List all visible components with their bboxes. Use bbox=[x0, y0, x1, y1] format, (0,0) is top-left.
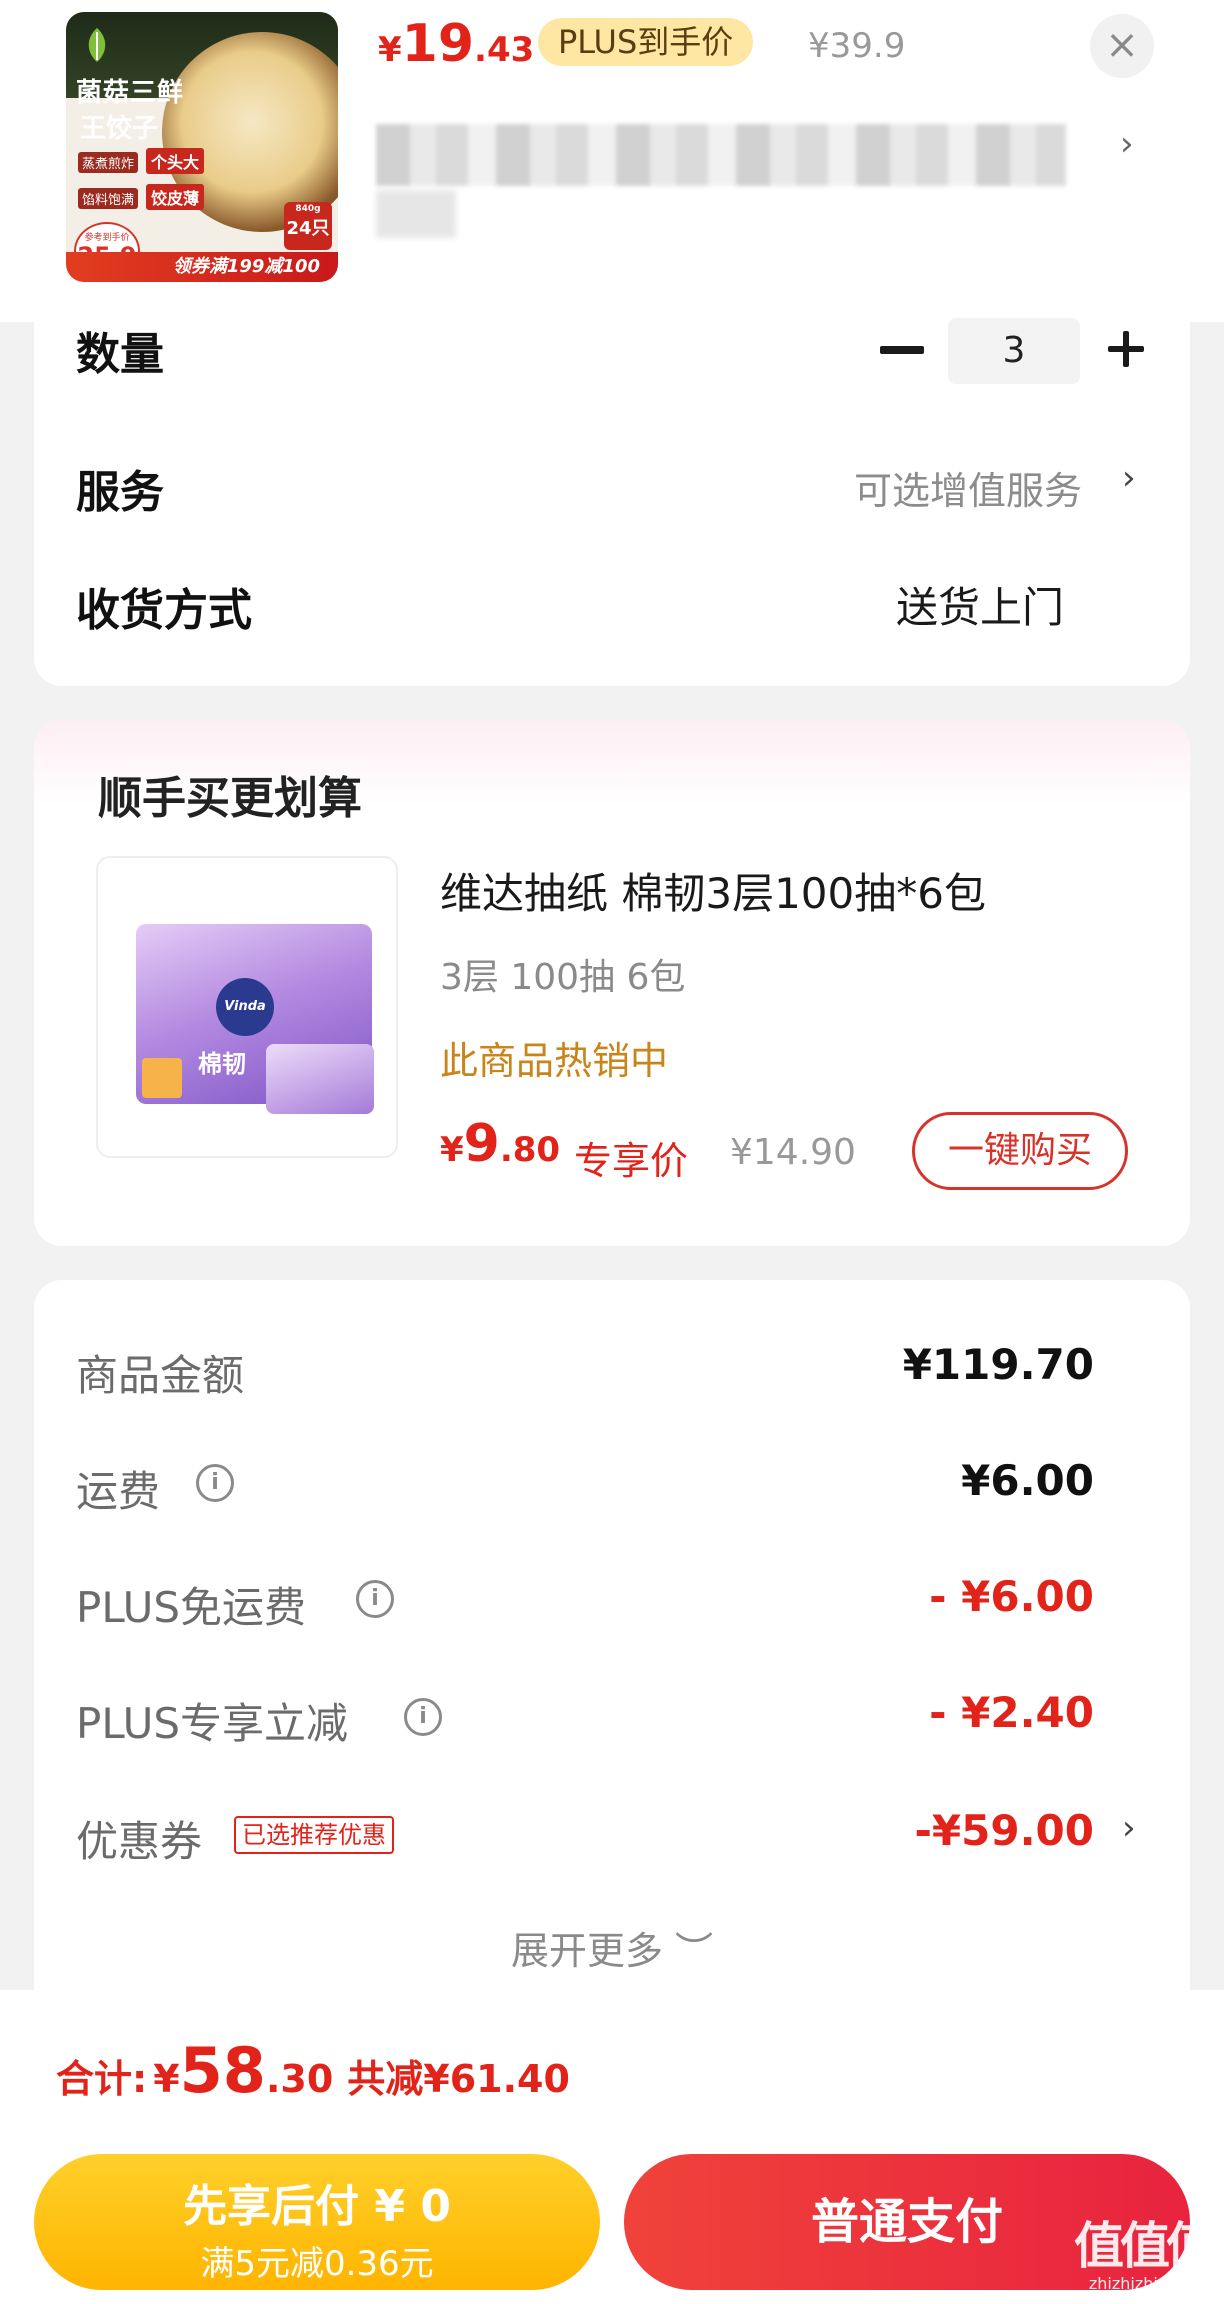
summary-value-plus-discount: - ¥2.40 bbox=[929, 1688, 1094, 1737]
upsell-title: 顺手买更划算 bbox=[98, 773, 362, 824]
pay-later-button[interactable]: 先享后付 ¥ 0 满5元减0.36元 bbox=[34, 2154, 600, 2290]
thumbnail-badge2-value: 饺皮薄 bbox=[146, 184, 205, 210]
expand-more-button[interactable]: 展开更多 ︶ bbox=[0, 1920, 1224, 1975]
total-label: 合计: bbox=[56, 2057, 148, 2101]
total-int: 58 bbox=[179, 2034, 266, 2107]
thumbnail-badge1-value: 个头大 bbox=[146, 148, 205, 174]
header-original-price: ¥39.9 bbox=[808, 26, 906, 66]
brand-logo-icon bbox=[88, 28, 106, 62]
thumbnail-count-badge: 840g 24只 bbox=[284, 202, 332, 250]
upsell-price-dec: .80 bbox=[499, 1130, 561, 1170]
summary-label-plus-discount: PLUS专享立减 bbox=[76, 1699, 349, 1748]
summary-label-plus-free-shipping: PLUS免运费 bbox=[76, 1583, 307, 1632]
thumbnail-line1: 菌菇三鲜 bbox=[76, 78, 185, 108]
pay-later-label: 先享后付 ¥ 0 bbox=[183, 2181, 451, 2232]
header-price-currency: ¥ bbox=[378, 30, 402, 70]
summary-label-coupon: 优惠券 bbox=[76, 1817, 203, 1866]
quantity-minus-button[interactable] bbox=[880, 346, 924, 354]
tissue-small-pack-image bbox=[266, 1044, 374, 1114]
one-click-buy-button[interactable]: 一键购买 bbox=[912, 1112, 1128, 1190]
thumbnail-badge2-label: 馅料饱满 bbox=[78, 188, 139, 209]
site-watermark: 值值值 zhizhizhi.com bbox=[1068, 2206, 1218, 2293]
service-label: 服务 bbox=[76, 467, 164, 518]
summary-value-plus-free-shipping: - ¥6.00 bbox=[929, 1572, 1094, 1621]
upsell-price-tag: 专享价 bbox=[574, 1139, 689, 1183]
pay-later-promo: 满5元减0.36元 bbox=[200, 2244, 434, 2284]
vinda-logo-icon: Vinda bbox=[216, 978, 274, 1036]
upsell-product-spec: 3层 100抽 6包 bbox=[440, 957, 686, 998]
coupon-recommended-tag: 已选推荐优惠 bbox=[234, 1816, 394, 1854]
summary-value-coupon[interactable]: -¥59.00 bbox=[794, 1806, 1094, 1855]
upsell-product-name[interactable]: 维达抽纸 棉韧3层100抽*6包 bbox=[440, 860, 986, 921]
header-price-int: 19 bbox=[401, 14, 475, 74]
thumbnail-count: 24只 bbox=[286, 218, 330, 239]
upsell-product-price: ¥9.80 bbox=[440, 1114, 560, 1174]
delivery-value[interactable]: 送货上门 bbox=[896, 574, 1064, 635]
service-value[interactable]: 可选增值服务 bbox=[854, 460, 1082, 515]
quantity-input[interactable]: 3 bbox=[948, 318, 1080, 384]
watermark-url: zhizhizhi.com bbox=[1088, 2274, 1198, 2293]
quantity-label: 数量 bbox=[76, 329, 164, 380]
plus-discount-info-icon[interactable]: i bbox=[404, 1698, 442, 1736]
close-icon: × bbox=[1105, 22, 1139, 68]
delivery-label: 收货方式 bbox=[76, 585, 252, 636]
pack-label-tab bbox=[142, 1058, 182, 1098]
quantity-plus-icon bbox=[1123, 331, 1129, 367]
plus-price-badge: PLUS到手价 bbox=[538, 18, 754, 66]
product-thumbnail[interactable]: 菌菇三鲜 王饺子 蒸煮煎炸 个头大 馅料饱满 饺皮薄 参考到手价 25.9 84… bbox=[66, 12, 338, 282]
thumbnail-badge1-label: 蒸煮煎炸 bbox=[78, 152, 139, 173]
summary-label-subtotal: 商品金额 bbox=[76, 1351, 245, 1400]
thumbnail-line2: 王饺子 bbox=[80, 114, 159, 144]
total-saving: 共减¥61.40 bbox=[347, 2057, 570, 2101]
total-dec: .30 bbox=[265, 2057, 334, 2101]
summary-label-shipping: 运费 bbox=[76, 1467, 161, 1516]
watermark-logo: 值值值 bbox=[1074, 2216, 1216, 2275]
blurred-product-title bbox=[376, 124, 1066, 186]
coupon-chevron-icon[interactable]: › bbox=[1122, 1808, 1136, 1848]
shipping-info-icon[interactable]: i bbox=[196, 1464, 234, 1502]
thumbnail-weight: 840g bbox=[295, 204, 321, 214]
summary-value-subtotal: ¥119.70 bbox=[902, 1340, 1094, 1389]
close-button[interactable]: × bbox=[1090, 14, 1154, 78]
pack-text: 棉韧 bbox=[198, 1050, 246, 1078]
chevron-right-icon[interactable]: › bbox=[1120, 124, 1134, 164]
header-price-dec: .43 bbox=[474, 30, 535, 70]
service-chevron-icon[interactable]: › bbox=[1122, 458, 1136, 498]
upsell-price-int: 9 bbox=[463, 1114, 500, 1174]
blurred-product-title-line2 bbox=[376, 190, 456, 238]
summary-value-shipping: ¥6.00 bbox=[961, 1456, 1094, 1505]
total-currency: ¥ bbox=[153, 2057, 180, 2101]
upsell-product-image[interactable]: Vinda 棉韧 bbox=[96, 856, 398, 1158]
order-total: 合计: ¥58.30 共减¥61.40 bbox=[56, 2034, 570, 2107]
thumbnail-coupon-strip: 领券满199减100 bbox=[66, 252, 338, 282]
header-price: ¥19.43 bbox=[378, 14, 534, 74]
upsell-product-hot: 此商品热销中 bbox=[440, 1039, 669, 1083]
plus-shipping-info-icon[interactable]: i bbox=[356, 1580, 394, 1618]
upsell-original-price: ¥14.90 bbox=[730, 1132, 856, 1173]
upsell-price-currency: ¥ bbox=[440, 1130, 464, 1170]
